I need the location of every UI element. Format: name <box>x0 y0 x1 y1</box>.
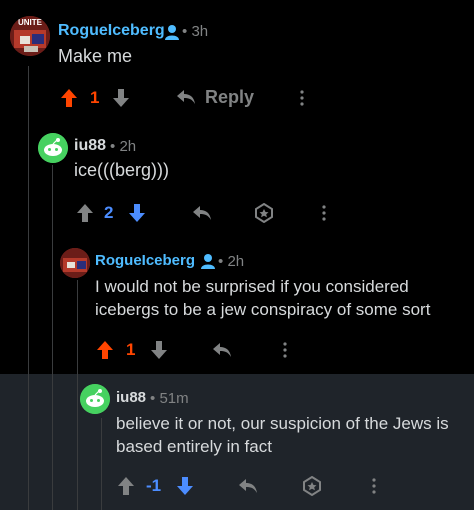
separator-dot: • <box>150 390 156 407</box>
reply-icon[interactable] <box>238 478 258 494</box>
thread-line-3[interactable] <box>77 280 78 510</box>
separator-dot: • <box>110 138 116 155</box>
comment-time: 2h <box>227 253 245 270</box>
avatar[interactable]: UNITE <box>10 16 50 56</box>
avatar[interactable] <box>80 384 110 414</box>
comment-username[interactable]: RogueIceberg <box>95 252 195 269</box>
downvote-icon[interactable] <box>150 340 168 360</box>
award-icon[interactable] <box>302 476 322 496</box>
avatar-image-icon <box>60 248 90 278</box>
thread-line-4[interactable] <box>101 418 102 510</box>
comment-username[interactable]: iu88 <box>74 137 106 155</box>
comment-username[interactable]: iu88 <box>116 389 146 406</box>
user-icon <box>165 25 179 40</box>
separator-dot: • <box>182 23 188 40</box>
reply-icon[interactable] <box>192 205 212 221</box>
vote-score: 1 <box>126 340 136 359</box>
comment-username[interactable]: RogueIceberg <box>58 22 165 40</box>
upvote-icon[interactable] <box>117 476 135 496</box>
thread-line-2[interactable] <box>52 165 53 510</box>
user-icon <box>201 254 215 269</box>
reply-icon[interactable] <box>212 342 232 358</box>
snoo-avatar-icon <box>38 133 68 163</box>
comment-body: Make me <box>58 46 133 66</box>
vote-score: 2 <box>104 203 114 222</box>
more-options-icon[interactable] <box>282 342 288 358</box>
more-options-icon[interactable] <box>299 90 305 106</box>
comment-body: believe it or not, our suspicion of the … <box>116 414 449 456</box>
comment-meta: • 3h <box>182 23 208 40</box>
downvote-icon[interactable] <box>112 88 130 108</box>
separator-dot: • <box>218 253 224 270</box>
award-icon[interactable] <box>254 203 274 223</box>
comment-time: 3h <box>191 23 209 40</box>
comment-meta: • 2h <box>110 138 136 155</box>
vote-score: 1 <box>90 88 100 107</box>
comment-body: I would not be surprised if you consider… <box>95 277 431 319</box>
downvote-icon[interactable] <box>176 476 194 496</box>
more-options-icon[interactable] <box>321 205 327 221</box>
comment-meta: • 51m <box>150 390 189 407</box>
upvote-icon[interactable] <box>96 340 114 360</box>
upvote-icon[interactable] <box>76 203 94 223</box>
avatar-text: UNITE <box>18 18 42 27</box>
downvote-icon[interactable] <box>128 203 146 223</box>
more-options-icon[interactable] <box>371 478 377 494</box>
vote-score: -1 <box>146 476 162 495</box>
upvote-icon[interactable] <box>60 88 78 108</box>
comment-time: 2h <box>119 138 137 155</box>
avatar[interactable] <box>38 133 68 163</box>
snoo-avatar-icon <box>80 384 110 414</box>
reply-icon[interactable] <box>176 89 196 105</box>
reply-button[interactable]: Reply <box>205 87 254 108</box>
comment-time: 51m <box>159 390 189 407</box>
avatar[interactable] <box>60 248 90 278</box>
thread-line-1[interactable] <box>28 66 29 510</box>
comment-meta: • 2h <box>218 253 244 270</box>
comment-body: ice(((berg))) <box>74 160 170 180</box>
